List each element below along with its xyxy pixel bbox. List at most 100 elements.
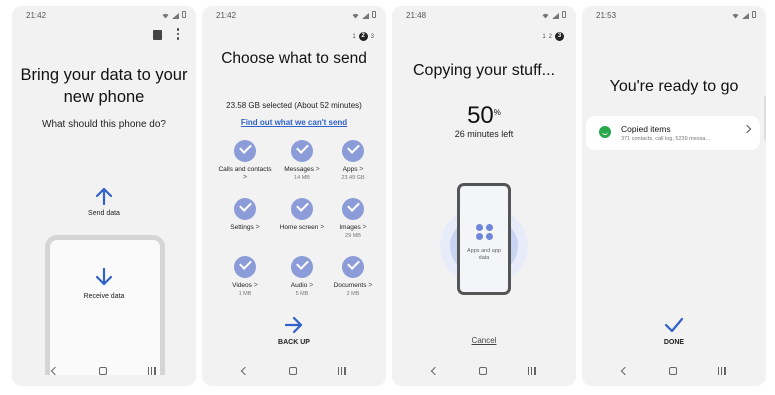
data-category-grid: Calls and contacts > Messages > 14 MB Ap… <box>216 136 376 306</box>
wifi-icon <box>352 12 359 18</box>
category-audio[interactable]: Audio > 5 MB <box>274 252 330 306</box>
chevron-right-icon <box>742 124 752 134</box>
page-subtitle: What should this phone do? <box>42 119 166 130</box>
cancel-button[interactable]: Cancel <box>392 336 576 345</box>
chevron-right-icon: > <box>255 224 260 231</box>
category-size: 1 MB <box>238 291 252 297</box>
category-settings[interactable]: Settings > <box>216 194 274 248</box>
category-documents[interactable]: Documents > 2 MB <box>330 252 376 306</box>
step-indicator: 1 2 3 <box>352 32 374 41</box>
battery-icon <box>182 11 186 18</box>
recents-icon[interactable] <box>147 367 156 375</box>
edge-handle <box>764 96 766 140</box>
selection-summary: 23.58 GB selected (About 52 minutes) <box>226 101 362 110</box>
category-size: 2 MB <box>346 291 360 297</box>
category-home-screen[interactable]: Home screen > <box>274 194 330 248</box>
card-subtitle: 371 contacts, call log, 5239 messa... <box>621 136 710 142</box>
checkbox-checked-icon[interactable] <box>342 256 364 278</box>
screen-done: 21:53 You're ready to go Copied items 37… <box>582 6 766 386</box>
arrow-right-icon <box>284 316 303 334</box>
checkbox-checked-icon[interactable] <box>291 140 313 162</box>
step-1: 1 <box>352 33 356 40</box>
recents-icon[interactable] <box>717 367 726 375</box>
category-label: Messages <box>284 166 314 173</box>
category-calls-contacts[interactable]: Calls and contacts > <box>216 136 274 190</box>
checkbox-checked-icon[interactable] <box>234 198 256 220</box>
send-data-button[interactable] <box>94 186 114 206</box>
battery-icon <box>752 11 756 18</box>
arrow-down-icon <box>95 267 113 286</box>
back-icon[interactable] <box>241 366 250 376</box>
sd-card-icon[interactable] <box>153 30 162 40</box>
checkbox-checked-icon[interactable] <box>291 198 313 220</box>
category-size: 14 MB <box>294 175 310 181</box>
step-3-active: 3 <box>555 32 564 41</box>
category-label: Videos <box>232 282 252 289</box>
page-title: Copying your stuff... <box>413 62 555 79</box>
step-indicator: 1 2 3 <box>542 32 564 41</box>
progress-unit: % <box>493 108 501 117</box>
step-2: 2 <box>548 33 552 40</box>
receive-data-button[interactable] <box>94 267 114 287</box>
home-icon[interactable] <box>99 367 108 375</box>
back-up-label[interactable]: BACK UP <box>202 339 386 346</box>
chevron-right-icon: > <box>362 224 367 231</box>
screen-choose-role: 21:42 Bring your data to your new phone … <box>12 6 196 386</box>
checkmark-icon <box>664 317 684 333</box>
signal-icon <box>742 12 749 19</box>
back-up-button[interactable] <box>284 315 304 340</box>
category-images[interactable]: Images > 29 MB <box>330 194 376 248</box>
device-label: Apps and app data <box>467 248 501 261</box>
screen-copying: 21:48 1 2 3 Copying your stuff... 50% 26… <box>392 6 576 386</box>
signal-icon <box>362 12 369 19</box>
checkbox-checked-icon[interactable] <box>291 256 313 278</box>
category-size: 29 MB <box>345 233 361 239</box>
receive-data-label[interactable]: Receive data <box>12 293 196 300</box>
done-button[interactable] <box>664 315 684 340</box>
nav-bar <box>582 356 766 386</box>
category-label: Images <box>339 224 361 231</box>
page-title: You're ready to go <box>609 78 739 95</box>
cant-send-link[interactable]: Find out what we can't send <box>202 118 386 127</box>
chevron-right-icon: > <box>359 166 364 173</box>
battery-icon <box>562 11 566 18</box>
send-data-label[interactable]: Send data <box>12 210 196 217</box>
progress-value: 50 <box>467 102 494 129</box>
recents-icon[interactable] <box>527 367 536 375</box>
status-time: 21:53 <box>596 11 617 20</box>
more-options-icon[interactable] <box>176 28 180 40</box>
checkbox-checked-icon[interactable] <box>234 256 256 278</box>
home-icon[interactable] <box>669 367 678 375</box>
home-icon[interactable] <box>289 367 298 375</box>
nav-bar <box>12 356 196 386</box>
category-messages[interactable]: Messages > 14 MB <box>274 136 330 190</box>
done-label[interactable]: DONE <box>582 339 766 346</box>
category-size: 5 MB <box>295 291 309 297</box>
recents-icon[interactable] <box>337 367 346 375</box>
back-icon[interactable] <box>621 366 630 376</box>
back-icon[interactable] <box>431 366 440 376</box>
time-remaining: 26 minutes left <box>454 129 514 139</box>
category-label: Documents <box>333 282 367 289</box>
checkbox-checked-icon[interactable] <box>342 140 364 162</box>
category-label: Calls and contacts <box>218 166 272 173</box>
copied-items-card[interactable]: Copied items 371 contacts, call log, 523… <box>586 116 760 150</box>
page-title: Choose what to send <box>221 50 367 67</box>
category-label: Settings <box>230 224 254 231</box>
checkbox-checked-icon[interactable] <box>234 140 256 162</box>
status-bar: 21:53 <box>596 11 756 23</box>
status-bar: 21:42 <box>216 11 376 23</box>
checkbox-checked-icon[interactable] <box>342 198 364 220</box>
chevron-right-icon: > <box>320 224 325 231</box>
step-3: 3 <box>370 33 374 40</box>
category-apps[interactable]: Apps > 23.49 GB <box>330 136 376 190</box>
status-time: 21:42 <box>216 11 237 20</box>
smile-icon <box>599 126 611 138</box>
wifi-icon <box>542 12 549 18</box>
home-icon[interactable] <box>479 367 488 375</box>
chevron-right-icon: > <box>242 174 248 181</box>
apps-grid-icon <box>476 224 494 240</box>
back-icon[interactable] <box>51 366 60 376</box>
category-videos[interactable]: Videos > 1 MB <box>216 252 274 306</box>
status-bar: 21:42 <box>26 11 186 23</box>
